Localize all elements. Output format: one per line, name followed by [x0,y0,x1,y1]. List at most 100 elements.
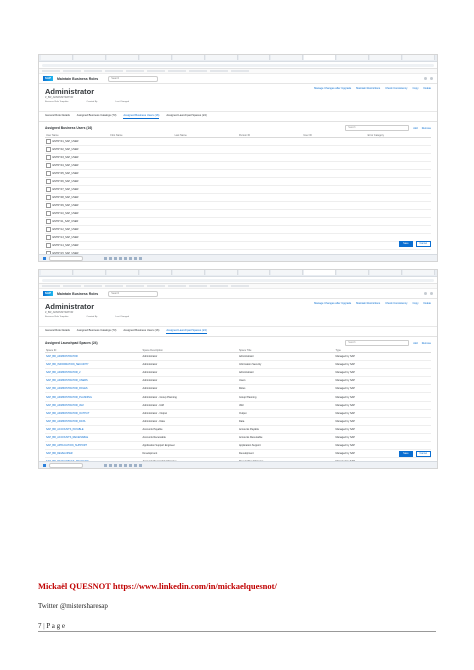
table-row[interactable]: SAP_BR_ADMINISTRATOR_ROLES Administrator R… [45,384,431,394]
table-row[interactable]: SAP_BR_INFORMATION_SECURITY Administrator… [45,360,431,370]
table-row[interactable]: ENTRY10_SAP_USER [45,209,431,218]
table-cell[interactable]: SAP_BR_ADMINISTRATOR_USERS [45,376,142,386]
app-icon[interactable] [109,256,112,260]
row-checkbox[interactable] [46,163,51,168]
table-row[interactable]: ENTRY11_SAP_USER [45,217,431,226]
table-cell[interactable] [302,169,367,178]
browser-tab[interactable] [106,55,139,60]
app-icon[interactable] [139,256,142,260]
tab-launchpad-spaces[interactable]: Assigned Launchpad Spaces (24) [166,114,206,119]
table-cell[interactable]: SAP_BR_APPLICATION_SUPPORT [45,441,142,451]
bookmark[interactable] [168,285,186,287]
check-consistency-button[interactable]: Check Consistency [385,87,407,90]
table-cell[interactable]: SAP_BR_ACCOUNTS_RECEIVABLE [45,433,142,443]
bookmark[interactable] [84,70,102,72]
address-bar[interactable] [39,277,437,284]
table-cell[interactable] [302,177,367,186]
app-icon[interactable] [139,463,142,467]
browser-tab[interactable] [271,270,304,275]
bookmark[interactable] [231,285,249,287]
browser-tab[interactable] [106,270,139,275]
bookmark[interactable] [63,285,81,287]
row-checkbox[interactable] [46,155,51,160]
table-cell[interactable]: SAP_BR_ADMINISTRATOR_2 [45,368,142,378]
table-row[interactable]: SAP_BR_ADMINISTRATOR_OUTPUT Administrator… [45,409,431,418]
table-cell[interactable]: SAP_BR_DEVELOPER [45,449,142,459]
manage-changes-button[interactable]: Manage Changes after Upgrade [314,87,351,90]
table-row[interactable]: ENTRY04_SAP_USER [45,161,431,170]
tab-launchpad-spaces[interactable]: Assigned Launchpad Spaces (24) [166,329,207,334]
app-icon[interactable] [119,463,122,467]
bookmark[interactable] [147,70,165,72]
row-checkbox[interactable] [46,243,51,248]
windows-start-icon[interactable] [43,256,46,260]
avatar[interactable] [430,292,433,295]
notification-icon[interactable] [424,292,427,295]
table-search-input[interactable]: Search [345,340,410,346]
table-row[interactable]: ENTRY08_SAP_USER [45,193,431,202]
app-icon[interactable] [134,256,137,260]
app-icon[interactable] [124,463,127,467]
row-checkbox[interactable] [46,227,51,232]
browser-tab[interactable] [41,55,73,60]
table-row[interactable]: SAP_BR_ADMINISTRATOR_USERS Administrator U… [45,376,431,386]
bookmark[interactable] [63,70,81,72]
tab-business-users[interactable]: Assigned Business Users (16) [123,114,160,119]
table-row[interactable]: ENTRY09_SAP_USER [45,201,431,210]
row-checkbox[interactable] [46,187,51,192]
app-icon[interactable] [104,463,107,467]
app-icon[interactable] [129,463,132,467]
bookmark[interactable] [210,70,228,72]
bookmark[interactable] [42,285,60,287]
table-cell[interactable] [302,241,367,250]
table-cell[interactable]: SAP_BR_ADMINISTRATOR_IAM [45,401,142,410]
browser-tab[interactable] [139,55,172,60]
browser-tab-active[interactable] [304,270,337,275]
table-cell[interactable]: SAP_BR_ADMINISTRATOR [45,352,142,362]
row-checkbox[interactable] [46,203,51,208]
tab-business-catalogs[interactable]: Assigned Business Catalogs (73) [77,114,117,119]
table-cell[interactable] [302,217,367,226]
row-checkbox[interactable] [46,171,51,176]
row-checkbox[interactable] [46,195,51,200]
cancel-button[interactable]: Cancel [415,451,431,457]
manage-changes-button[interactable]: Manage Changes after Upgrade [314,302,351,305]
bookmark[interactable] [105,70,123,72]
copy-button[interactable]: Copy [412,87,418,90]
taskbar-search-input[interactable] [49,462,83,468]
row-checkbox[interactable] [46,179,51,184]
app-icon[interactable] [114,463,117,467]
url-field[interactable] [42,63,434,67]
browser-tab[interactable] [139,270,172,275]
table-cell[interactable] [302,153,367,162]
delete-button[interactable]: Delete [424,302,432,305]
save-button[interactable]: Save [399,451,413,457]
bookmark[interactable] [210,285,228,287]
browser-tab[interactable] [238,270,271,275]
save-button[interactable]: Save [399,241,413,247]
browser-tab[interactable] [238,55,271,60]
bookmark[interactable] [126,285,144,287]
bookmark[interactable] [189,285,207,287]
table-row[interactable]: ENTRY14_SAP_USER [45,241,431,250]
add-button[interactable]: Add [413,127,417,130]
app-icon[interactable] [134,463,137,467]
table-cell[interactable]: SAP_BR_INFORMATION_SECURITY [45,360,142,370]
tab-business-users[interactable]: Assigned Business Users (16) [123,329,159,334]
table-row[interactable]: SAP_BR_ADMINISTRATOR_DATA Administrator -… [45,417,431,426]
browser-tab[interactable] [271,55,304,60]
delete-button[interactable]: Delete [424,87,432,90]
tab-general-role-details[interactable]: General Role Details [45,329,70,334]
browser-tab[interactable] [337,55,370,60]
browser-tab[interactable] [172,55,205,60]
browser-tab[interactable] [41,270,73,275]
bookmark[interactable] [42,70,60,72]
copy-button[interactable]: Copy [412,302,418,305]
row-checkbox[interactable] [46,139,51,144]
browser-tab[interactable] [370,270,403,275]
table-row[interactable]: ENTRY02_SAP_USER [45,145,431,154]
shell-search-input[interactable]: Search [108,75,159,82]
bookmark[interactable] [168,70,186,72]
browser-tab[interactable] [73,270,106,275]
row-checkbox[interactable] [46,211,51,216]
